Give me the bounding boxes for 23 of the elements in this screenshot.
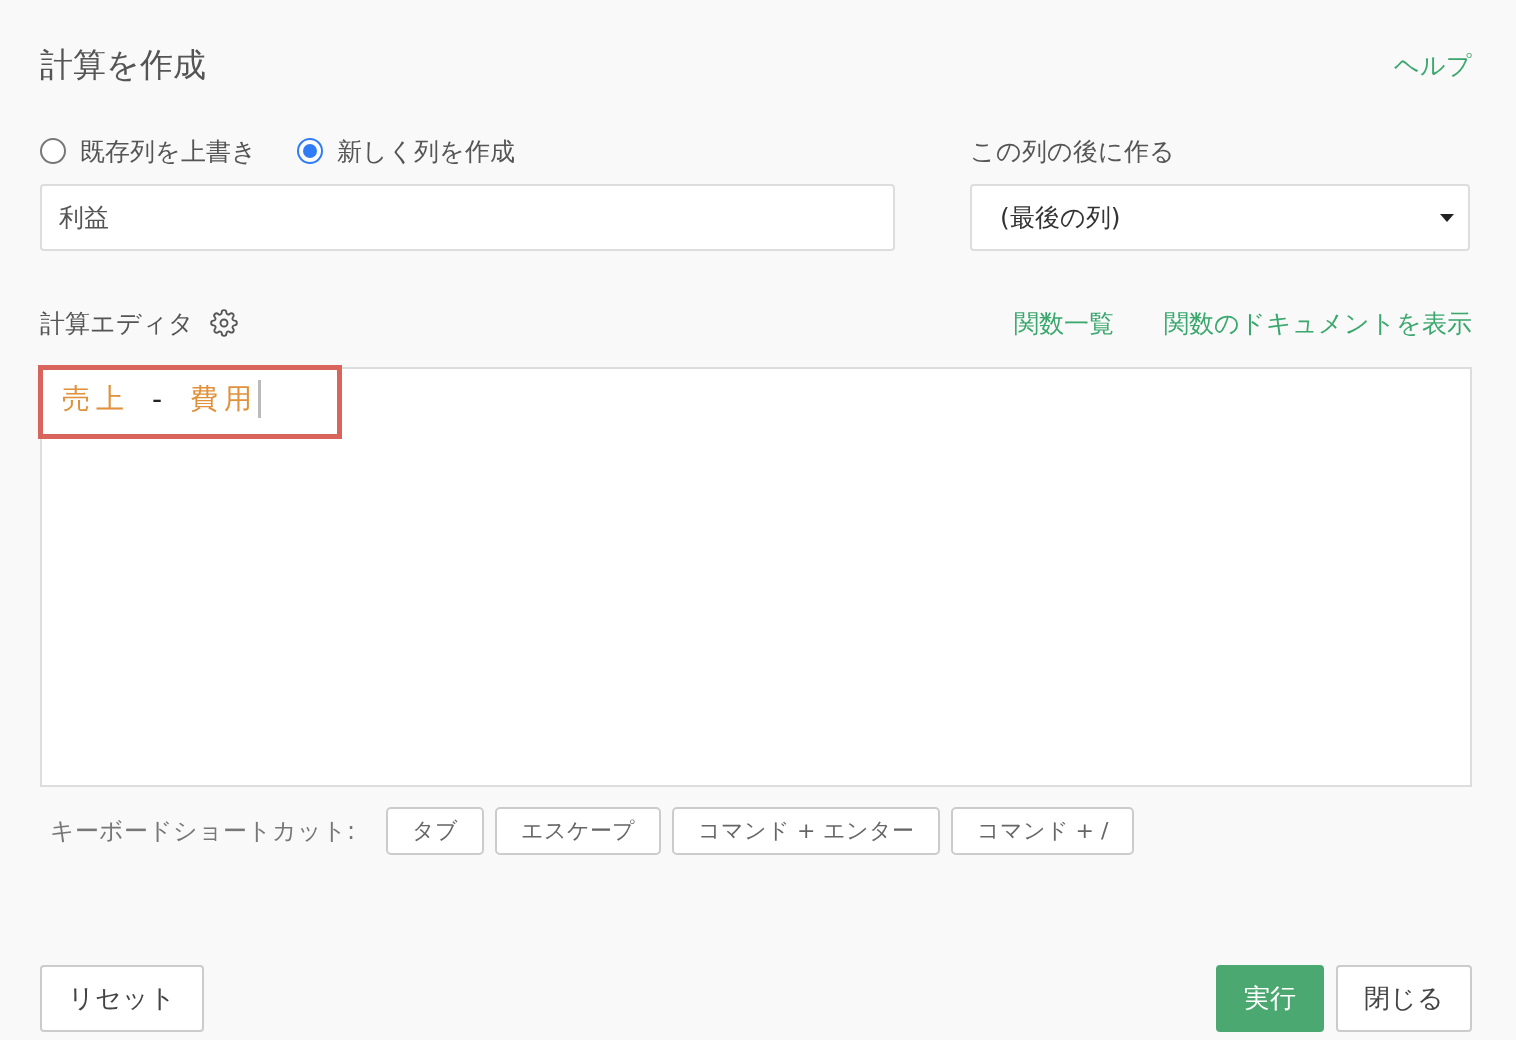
radio-button-icon[interactable] — [297, 138, 323, 164]
dialog-title: 計算を作成 — [40, 43, 206, 86]
shortcut-key: エスケープ — [495, 807, 662, 855]
column-token: 費用 — [190, 381, 259, 417]
settings-icon[interactable] — [210, 309, 238, 337]
position-dropdown[interactable]: (最後の列) — [970, 184, 1470, 251]
shortcut-key: コマンド + エンター — [672, 807, 940, 855]
reset-button[interactable]: リセット — [40, 965, 204, 1032]
editor-label: 計算エディタ — [40, 307, 194, 340]
radio-button-icon[interactable] — [40, 138, 66, 164]
mode-radio[interactable]: 既存列を上書き — [40, 134, 257, 168]
position-label: この列の後に作る — [970, 135, 1176, 168]
operator-token: - — [152, 382, 169, 416]
shortcut-key: タブ — [386, 807, 485, 855]
close-button[interactable]: 閉じる — [1336, 965, 1472, 1032]
formula-editor[interactable]: 売上 - 費用 — [40, 367, 1472, 787]
text-cursor — [258, 380, 262, 418]
shortcut-key: コマンド + / — [950, 807, 1135, 855]
column-token: 売上 — [62, 381, 130, 417]
shortcuts-label: キーボードショートカット: — [50, 816, 356, 847]
column-name-field[interactable]: 利益 — [40, 184, 895, 251]
caret-icon — [1440, 213, 1454, 222]
mode-radio[interactable]: 新しく列を作成 — [297, 134, 515, 168]
